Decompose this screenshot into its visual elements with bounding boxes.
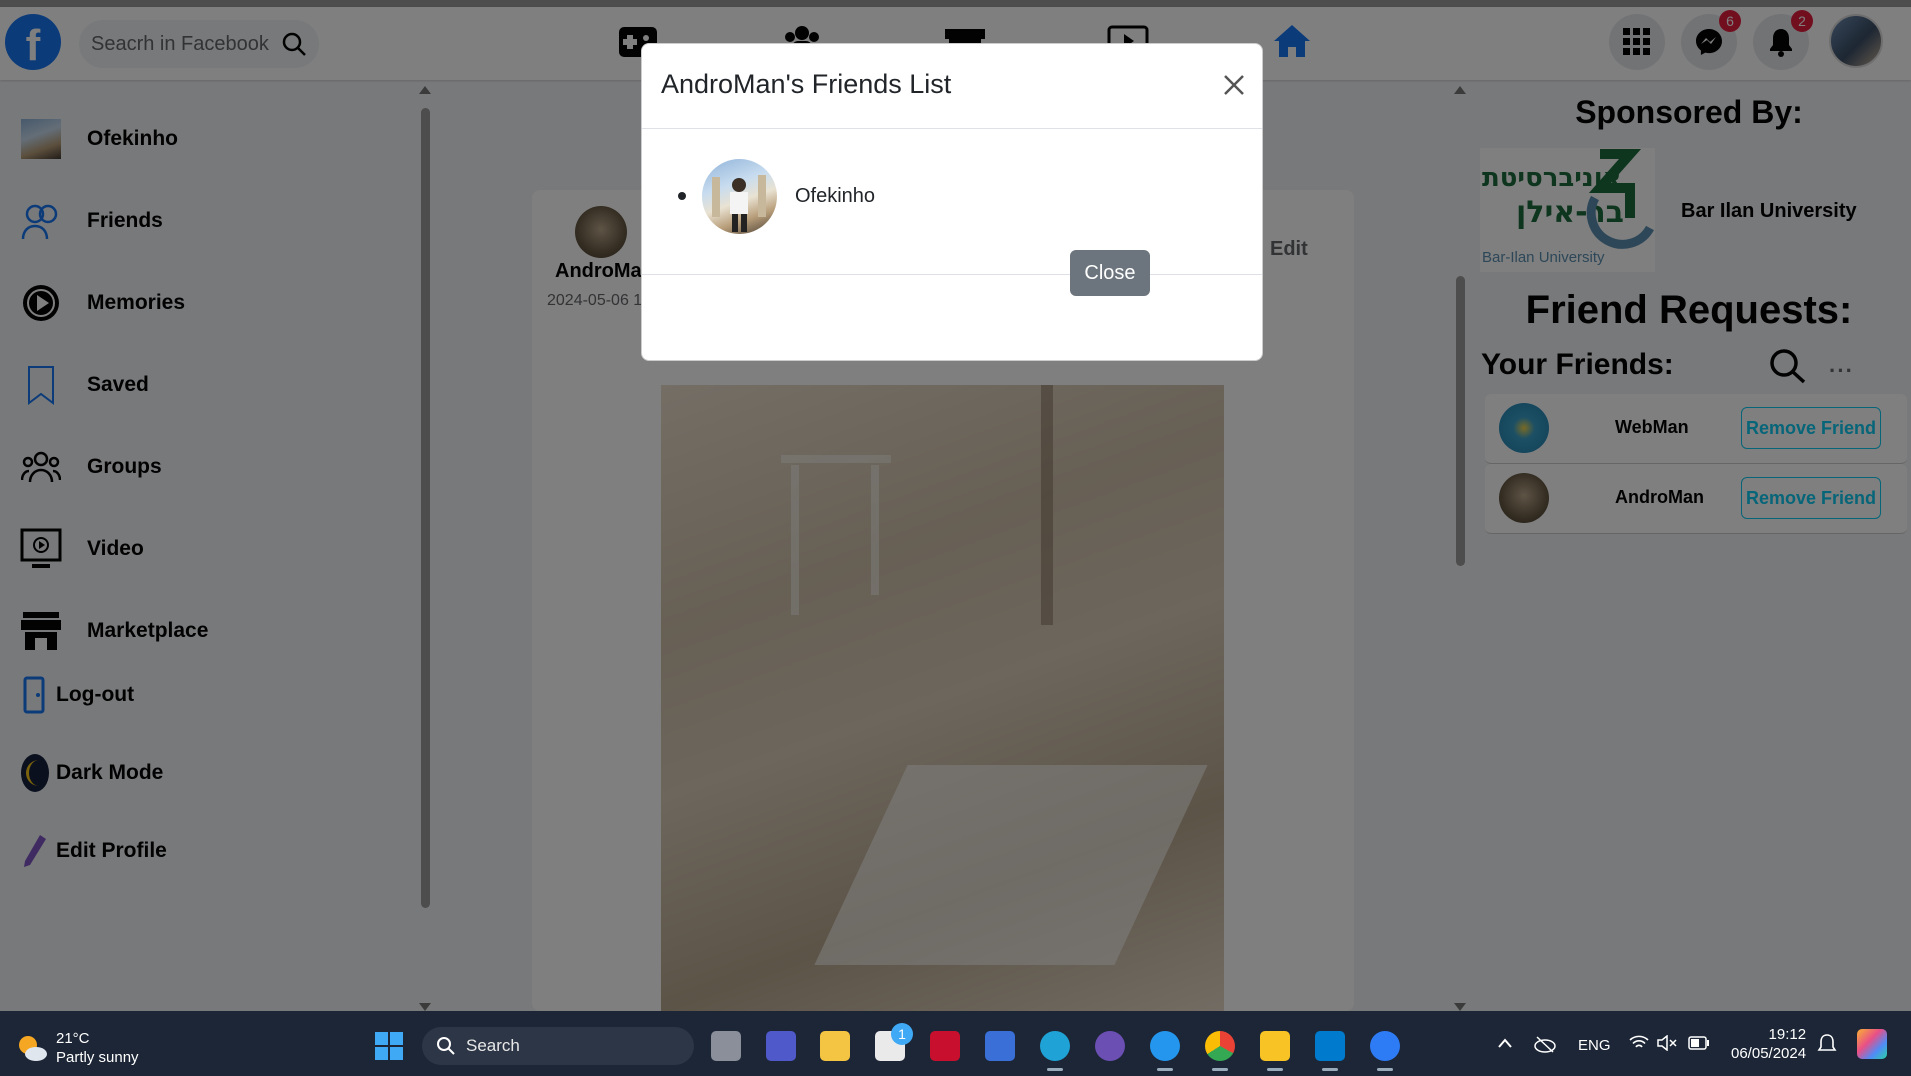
notification-settings-icon[interactable]	[1817, 1033, 1837, 1055]
weather-description: Partly sunny	[56, 1049, 139, 1066]
modal-friend-name[interactable]: Ofekinho	[795, 185, 875, 208]
mcafee-icon[interactable]	[930, 1031, 960, 1061]
power-automate-icon[interactable]	[985, 1031, 1015, 1061]
file-explorer-icon[interactable]	[820, 1031, 850, 1061]
android-studio-icon[interactable]	[1370, 1031, 1400, 1071]
vscode-icon[interactable]	[1315, 1031, 1345, 1071]
task-view-icon[interactable]	[711, 1031, 741, 1061]
list-bullet	[678, 192, 686, 200]
language-indicator[interactable]: ENG	[1578, 1037, 1611, 1054]
teams-icon[interactable]	[766, 1031, 796, 1061]
chrome-icon[interactable]	[1205, 1031, 1235, 1071]
search-icon	[437, 1037, 455, 1055]
windows-start-icon[interactable]	[374, 1031, 404, 1061]
volume-muted-icon[interactable]	[1657, 1035, 1677, 1051]
onedrive-offline-icon[interactable]	[1534, 1035, 1556, 1053]
weather-temperature: 21°C	[56, 1030, 90, 1047]
app-icon[interactable]	[1095, 1031, 1125, 1061]
person-photo-icon	[712, 175, 766, 232]
friends-list-modal: AndroMan's Friends List Ofekinho Close	[641, 43, 1263, 361]
windows-taskbar: 21°C Partly sunny Search 1 ENG 19:12 06/…	[0, 1011, 1911, 1076]
clock-time: 19:12	[1768, 1026, 1807, 1043]
docker-icon[interactable]	[1150, 1031, 1180, 1071]
yellow-app-icon[interactable]	[1260, 1031, 1290, 1071]
clock-date: 06/05/2024	[1731, 1045, 1807, 1062]
friend-avatar[interactable]	[702, 159, 777, 234]
wifi-icon[interactable]	[1629, 1035, 1649, 1051]
weather-widget[interactable]: 21°C Partly sunny	[16, 1029, 139, 1067]
store-badge: 1	[891, 1023, 913, 1045]
copilot-icon[interactable]	[1857, 1029, 1887, 1059]
partly-sunny-icon	[19, 1036, 47, 1061]
taskbar-clock[interactable]: 19:12 06/05/2024	[1731, 1025, 1806, 1063]
taskbar-search[interactable]: Search	[422, 1027, 694, 1065]
modal-body: Ofekinho	[642, 129, 1262, 275]
store-icon[interactable]: 1	[875, 1023, 913, 1061]
facebook-app: f 6 2 Ofekinho Friends	[0, 0, 1911, 1011]
chevron-up-icon[interactable]	[1497, 1037, 1513, 1049]
taskbar-search-label: Search	[466, 1036, 520, 1055]
close-button[interactable]: Close	[1070, 250, 1150, 296]
edge-icon[interactable]	[1040, 1031, 1070, 1071]
modal-header: AndroMan's Friends List	[642, 44, 1262, 129]
battery-icon[interactable]	[1688, 1036, 1710, 1050]
modal-title: AndroMan's Friends List	[661, 69, 952, 99]
close-icon[interactable]	[1219, 70, 1249, 100]
